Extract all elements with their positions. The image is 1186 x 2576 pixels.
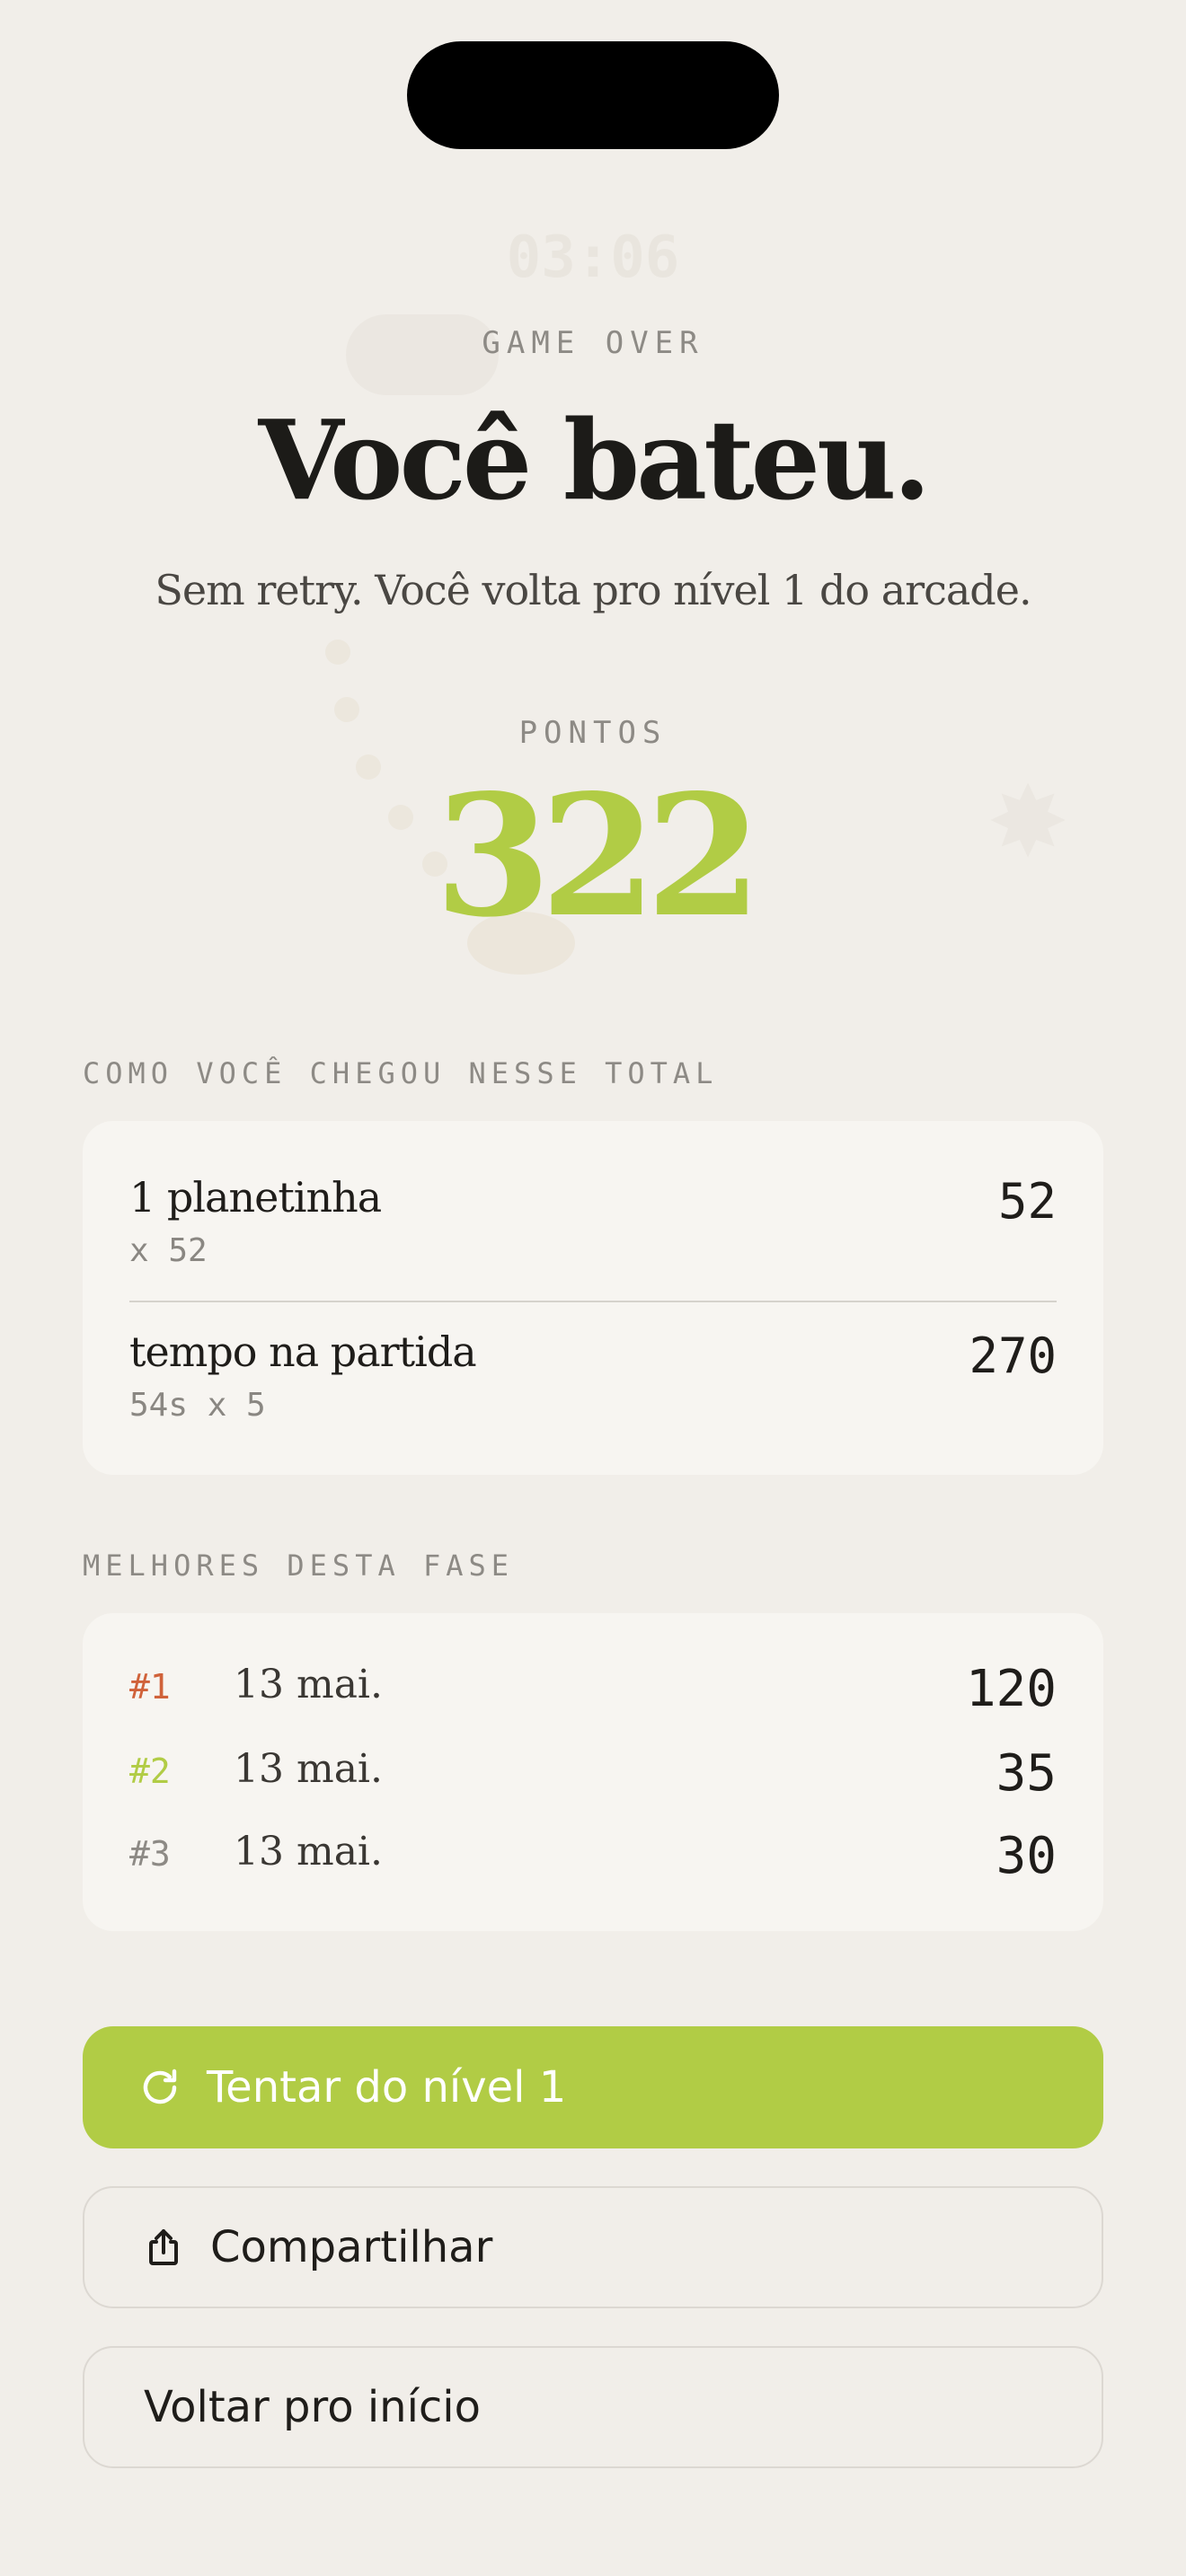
page-title: Você bateu.: [258, 395, 932, 525]
best-date: 13 mai.: [234, 1829, 383, 1875]
rank-badge: #3: [129, 1834, 171, 1874]
best-date: 13 mai.: [234, 1746, 383, 1792]
background-dot: [325, 640, 350, 665]
best-value: 35: [996, 1744, 1057, 1803]
best-value: 120: [965, 1660, 1057, 1718]
retry-button-label: Tentar do nível 1: [207, 2062, 567, 2113]
best-date: 13 mai.: [234, 1662, 383, 1707]
home-button-label: Voltar pro início: [144, 2382, 481, 2432]
share-button-label: Compartilhar: [210, 2222, 493, 2272]
breakdown-section-label: COMO VOCÊ CHEGOU NESSE TOTAL: [83, 1056, 719, 1090]
page-subtitle: Sem retry. Você volta pro nível 1 do arc…: [155, 566, 1031, 614]
background-timer-ghost: 03:06: [506, 225, 680, 291]
breakdown-item-value: 52: [997, 1173, 1057, 1230]
score-value: 322: [434, 757, 762, 954]
best-row: #2 13 mai. 35: [129, 1744, 1057, 1803]
breakdown-item-name: tempo na partida: [129, 1328, 477, 1376]
rank-badge: #2: [129, 1751, 171, 1791]
breakdown-item-value: 270: [969, 1328, 1057, 1384]
rank-badge: #1: [129, 1667, 171, 1707]
best-scores-card: #1 13 mai. 120 #2 13 mai. 35 #3 13 mai. …: [83, 1613, 1103, 1931]
retry-button[interactable]: Tentar do nível 1: [83, 2026, 1103, 2148]
share-button[interactable]: Compartilhar: [83, 2186, 1103, 2308]
share-icon: [142, 2226, 185, 2269]
refresh-icon: [138, 2066, 181, 2109]
game-over-eyebrow: GAME OVER: [482, 325, 704, 361]
home-button[interactable]: Voltar pro início: [83, 2346, 1103, 2468]
best-value: 30: [996, 1827, 1057, 1885]
breakdown-card: 1 planetinha x 52 52 tempo na partida 54…: [83, 1121, 1103, 1475]
best-row: #3 13 mai. 30: [129, 1827, 1057, 1885]
divider: [129, 1301, 1057, 1302]
breakdown-item-name: 1 planetinha: [129, 1173, 382, 1222]
best-row: #1 13 mai. 120: [129, 1660, 1057, 1718]
breakdown-item-detail: 54s x 5: [129, 1387, 266, 1424]
breakdown-item-detail: x 52: [129, 1232, 208, 1269]
best-section-label: MELHORES DESTA FASE: [83, 1548, 515, 1583]
score-label: PONTOS: [518, 715, 668, 751]
dynamic-island: [407, 41, 779, 149]
